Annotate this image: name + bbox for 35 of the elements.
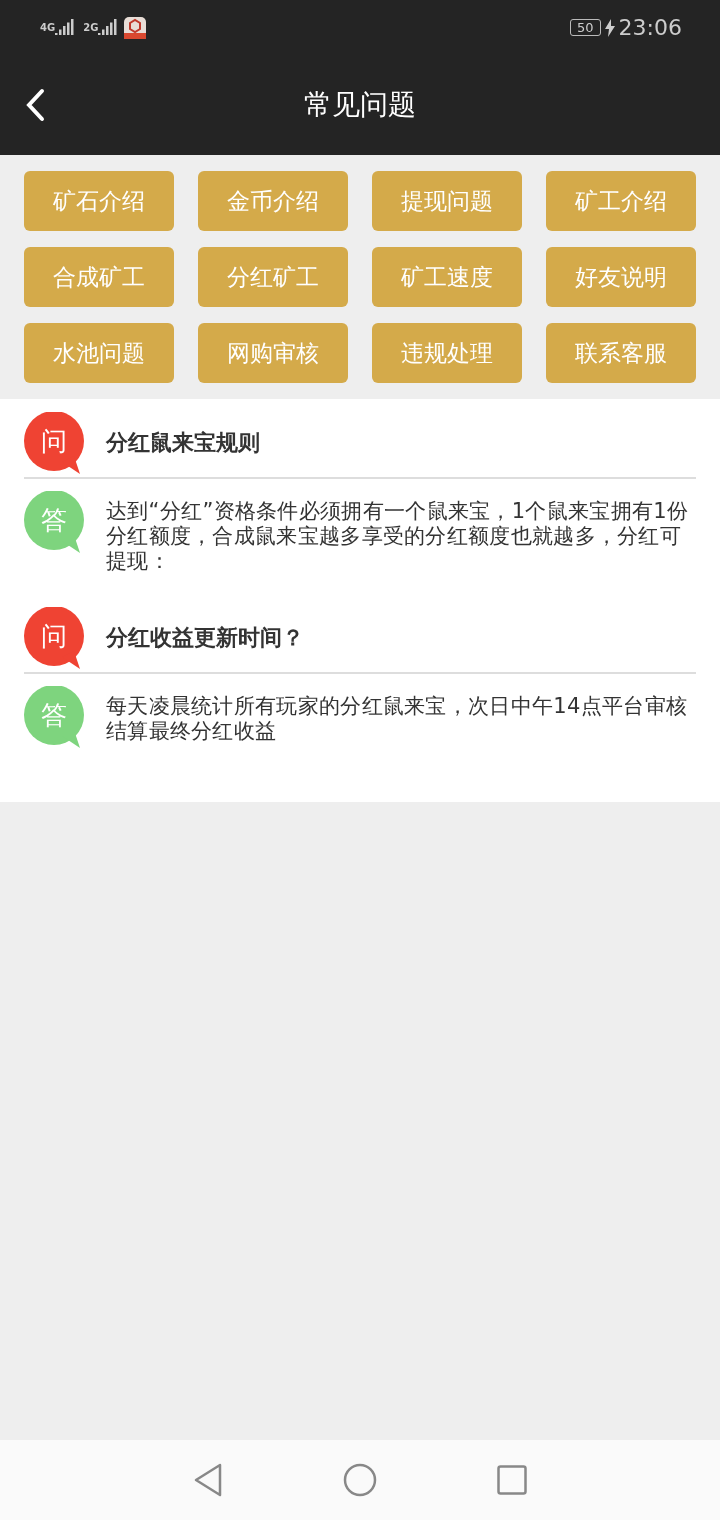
badge-label: 问 xyxy=(41,622,67,650)
page-title: 常见问题 xyxy=(304,87,416,123)
topic-button[interactable]: 分红矿工 xyxy=(198,247,348,307)
speech-bubble-icon xyxy=(24,412,86,474)
topic-button[interactable]: 矿工介绍 xyxy=(546,171,696,231)
badge-label: 答 xyxy=(41,506,67,534)
topic-button[interactable]: 水池问题 xyxy=(24,323,174,383)
topic-button[interactable]: 矿工速度 xyxy=(372,247,522,307)
clock-time: 23:06 xyxy=(618,15,682,40)
topic-button[interactable]: 违规处理 xyxy=(372,323,522,383)
speech-bubble-icon xyxy=(24,686,86,748)
badge-label: 问 xyxy=(41,427,67,455)
app-icon xyxy=(124,16,147,39)
battery-level: 50 xyxy=(570,19,601,36)
topic-button[interactable]: 联系客服 xyxy=(546,323,696,383)
speech-bubble-icon xyxy=(24,607,86,669)
topic-button[interactable]: 合成矿工 xyxy=(24,247,174,307)
signal-icon xyxy=(98,18,119,37)
answer-text: 每天凌晨统计所有玩家的分红鼠来宝，次日中午14点平台审核结算最终分红收益 xyxy=(106,694,689,744)
home-nav-icon[interactable] xyxy=(343,1463,377,1497)
network-label: 4G xyxy=(40,22,56,33)
recents-nav-icon[interactable] xyxy=(497,1465,527,1495)
back-nav-icon[interactable] xyxy=(193,1463,223,1497)
answer-text: 达到“分红”资格条件必须拥有一个鼠来宝，1个鼠来宝拥有1份分红额度，合成鼠来宝越多享受的分红额度也就越多，分红可提现： xyxy=(106,499,690,574)
topic-button[interactable]: 矿石介绍 xyxy=(24,171,174,231)
signal-icon xyxy=(55,18,76,37)
question-text: 分红收益更新时间？ xyxy=(106,624,304,652)
topic-button[interactable]: 网购审核 xyxy=(198,323,348,383)
speech-bubble-icon xyxy=(24,491,86,553)
topic-button[interactable]: 金币介绍 xyxy=(198,171,348,231)
question-text: 分红鼠来宝规则 xyxy=(106,429,260,457)
topic-button[interactable]: 好友说明 xyxy=(546,247,696,307)
network-label: 2G xyxy=(83,22,99,33)
topic-button[interactable]: 提现问题 xyxy=(372,171,522,231)
badge-label: 答 xyxy=(41,701,67,729)
